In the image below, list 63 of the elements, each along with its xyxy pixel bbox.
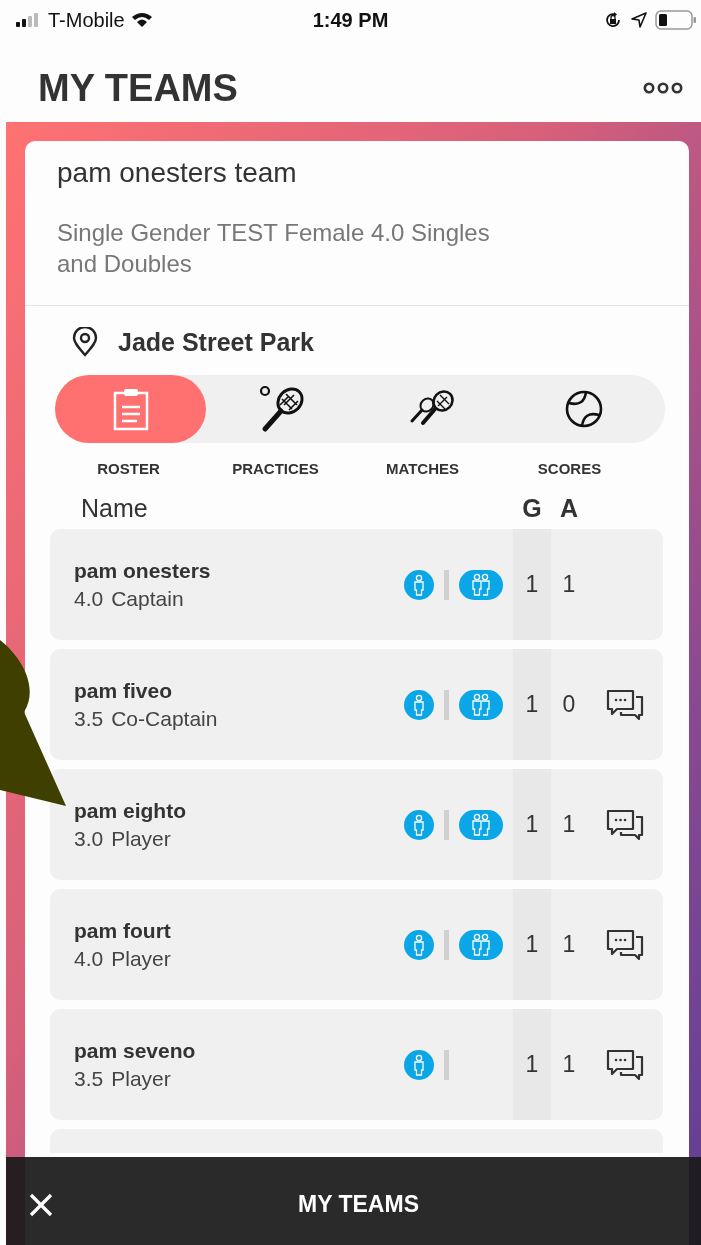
column-header: Name	[80, 493, 149, 523]
player-role: Player	[111, 946, 171, 971]
separator-bar	[444, 929, 449, 960]
player-rating: 3.5	[74, 1066, 104, 1091]
column-header: G	[521, 493, 543, 523]
carrier-name: T-Mobile	[48, 8, 125, 32]
player-role: Player	[111, 826, 171, 851]
battery-icon	[655, 10, 697, 30]
status-time: 1:49 PM	[312, 8, 389, 32]
bottom-bar-title: MY TEAMS	[298, 1190, 419, 1218]
availability-count: 1	[562, 571, 576, 598]
tab-label: PRACTICES	[231, 460, 320, 477]
chat-icon[interactable]	[605, 688, 645, 721]
team-description: Single Gender TEST Female 4.0 Singles and Doubles	[57, 218, 491, 279]
clipboard-icon	[112, 387, 149, 431]
player-row[interactable]: pam seveno 3.5 Player 1 1	[50, 1009, 663, 1120]
player-name: pam fourt	[74, 918, 172, 943]
tab-label: SCORES	[536, 460, 603, 477]
player-role: Player	[111, 1066, 171, 1091]
player-rating: 4.0	[74, 946, 104, 971]
location-name: Jade Street Park	[118, 327, 314, 357]
player-row[interactable]: pam fiveo 3.5 Co-Captain 1 0	[50, 649, 663, 760]
wifi-icon	[130, 12, 153, 28]
player-role: Co-Captain	[111, 706, 218, 731]
rotation-lock-icon	[603, 10, 623, 30]
separator-bar	[444, 569, 449, 600]
more-icon[interactable]	[643, 82, 683, 94]
availability-count: 1	[562, 1051, 576, 1078]
player-rating: 3.0	[74, 826, 104, 851]
player-row[interactable]: pam onesters 4.0 Captain 1 1	[50, 529, 663, 640]
player-rating: 4.0	[74, 586, 104, 611]
games-count: 1	[513, 1009, 551, 1120]
page-title: MY TEAMS	[38, 66, 238, 110]
tennis-ball-icon	[563, 389, 604, 429]
close-icon[interactable]	[29, 1193, 53, 1217]
location-pin-icon	[72, 327, 98, 357]
team-name: pam onesters team	[57, 157, 298, 189]
tab-label: ROSTER	[96, 460, 161, 477]
location-arrow-icon	[631, 12, 647, 28]
separator-bar	[444, 689, 449, 720]
player-role: Captain	[111, 586, 184, 611]
player-name: pam onesters	[74, 558, 212, 583]
player-name: pam eighto	[74, 798, 187, 823]
games-count: 1	[513, 649, 551, 760]
games-count: 1	[513, 529, 551, 640]
chat-icon[interactable]	[605, 1048, 645, 1081]
availability-count: 1	[562, 811, 576, 838]
games-count: 1	[513, 889, 551, 1000]
player-name: pam seveno	[74, 1038, 197, 1063]
games-count: 1	[513, 769, 551, 880]
separator-bar	[444, 809, 449, 840]
player-name: pam fiveo	[74, 678, 174, 703]
tab-label: MATCHES	[384, 460, 461, 477]
chat-icon[interactable]	[605, 808, 645, 841]
player-row[interactable]: pam eighto 3.0 Player 1 1	[50, 769, 663, 880]
racket-ball-icon	[257, 385, 306, 433]
chat-icon[interactable]	[605, 928, 645, 961]
separator-bar	[444, 1049, 449, 1080]
availability-count: 0	[562, 691, 576, 718]
availability-count: 1	[562, 931, 576, 958]
player-row[interactable]: pam fourt 4.0 Player 1 1	[50, 889, 663, 1000]
column-header: A	[558, 493, 580, 523]
player-rating: 3.5	[74, 706, 104, 731]
